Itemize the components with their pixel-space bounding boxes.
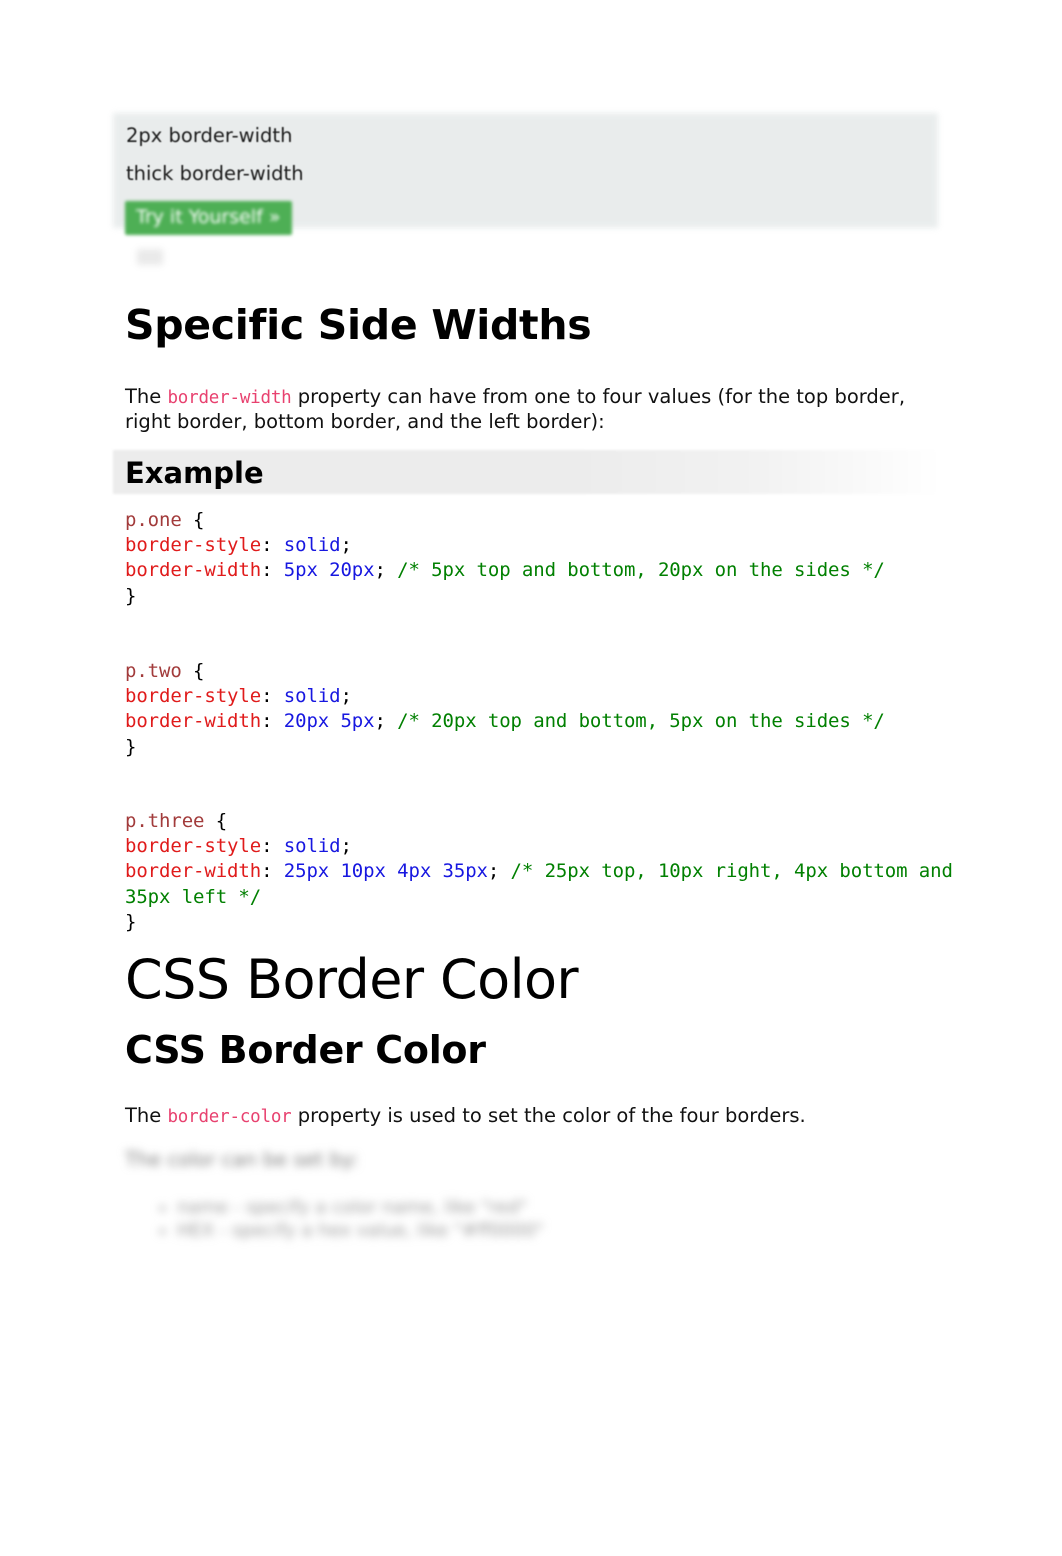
preview-panel: 2px border-width thick border-width Try … [113,113,943,273]
subheading-css-border-color: CSS Border Color [125,1028,486,1072]
code-property: border-style [125,534,262,557]
code-property: border-width [125,710,262,733]
code-colon: : [261,685,284,708]
code-comment: /* 20px top and bottom, 5px on the sides… [385,710,885,733]
code-open-brace: { [181,660,205,682]
code-semicolon: ; [340,534,352,557]
code-value: solid [283,835,341,858]
code-block-p-three: p.three { border-style: solid; border-wi… [125,809,955,935]
code-property: border-width [125,559,262,582]
code-colon: : [261,860,284,883]
paragraph-border-color-intro: The border-color property is used to set… [125,1104,935,1129]
code-selector: p.one [125,509,182,531]
paragraph-border-width-intro: The border-width property can have from … [125,385,935,434]
tail-lead-text: The color can be set by: [125,1148,359,1171]
code-open-brace: { [204,810,228,832]
code-close-brace: } [125,584,137,607]
paragraph-suffix: property is used to set the color of the… [291,1104,806,1127]
code-comment: /* 5px top and bottom, 20px on the sides… [385,559,885,582]
example-heading: Example [125,456,264,490]
code-value: 20px 5px [283,710,375,733]
code-close-brace: } [125,735,137,758]
preview-line-2px: 2px border-width [126,124,293,147]
document-page: 2px border-width thick border-width Try … [0,0,1062,1556]
code-selector: p.three [125,810,205,832]
inline-code-border-color: border-color [167,1107,292,1127]
code-property: border-style [125,685,262,708]
code-close-brace: } [125,910,137,933]
code-block-p-two: p.two { border-style: solid; border-widt… [125,659,955,760]
code-value: solid [283,534,341,557]
preview-line-thick: thick border-width [126,162,304,185]
paragraph-prefix: The [125,1104,168,1127]
code-block-p-one: p.one { border-style: solid; border-widt… [125,508,955,609]
code-semicolon: ; [487,860,500,883]
page-title-css-border-color: CSS Border Color [125,948,579,1011]
code-property: border-style [125,835,262,858]
page-title-specific-side-widths: Specific Side Widths [125,301,592,349]
paragraph-prefix: The [125,385,168,408]
try-it-yourself-button[interactable]: Try it Yourself » [125,201,293,235]
code-value: 5px 20px [283,559,375,582]
code-value: 25px 10px 4px 35px [283,860,488,883]
blur-artifact [137,249,163,265]
code-colon: : [261,559,284,582]
code-semicolon: ; [340,835,352,858]
code-colon: : [261,710,284,733]
list-item: name - specify a color name, like "red" [177,1196,544,1219]
code-value: solid [283,685,341,708]
code-property: border-width [125,860,262,883]
code-semicolon: ; [340,685,352,708]
code-semicolon: ; [374,559,386,582]
code-open-brace: { [181,509,205,531]
list-item: HEX - specify a hex value, like "#ff0000… [177,1219,544,1242]
color-methods-list: name - specify a color name, like "red" … [143,1196,544,1242]
code-colon: : [261,835,284,858]
code-colon: : [261,534,284,557]
inline-code-border-width: border-width [167,388,292,408]
code-selector: p.two [125,660,182,682]
code-semicolon: ; [374,710,386,733]
